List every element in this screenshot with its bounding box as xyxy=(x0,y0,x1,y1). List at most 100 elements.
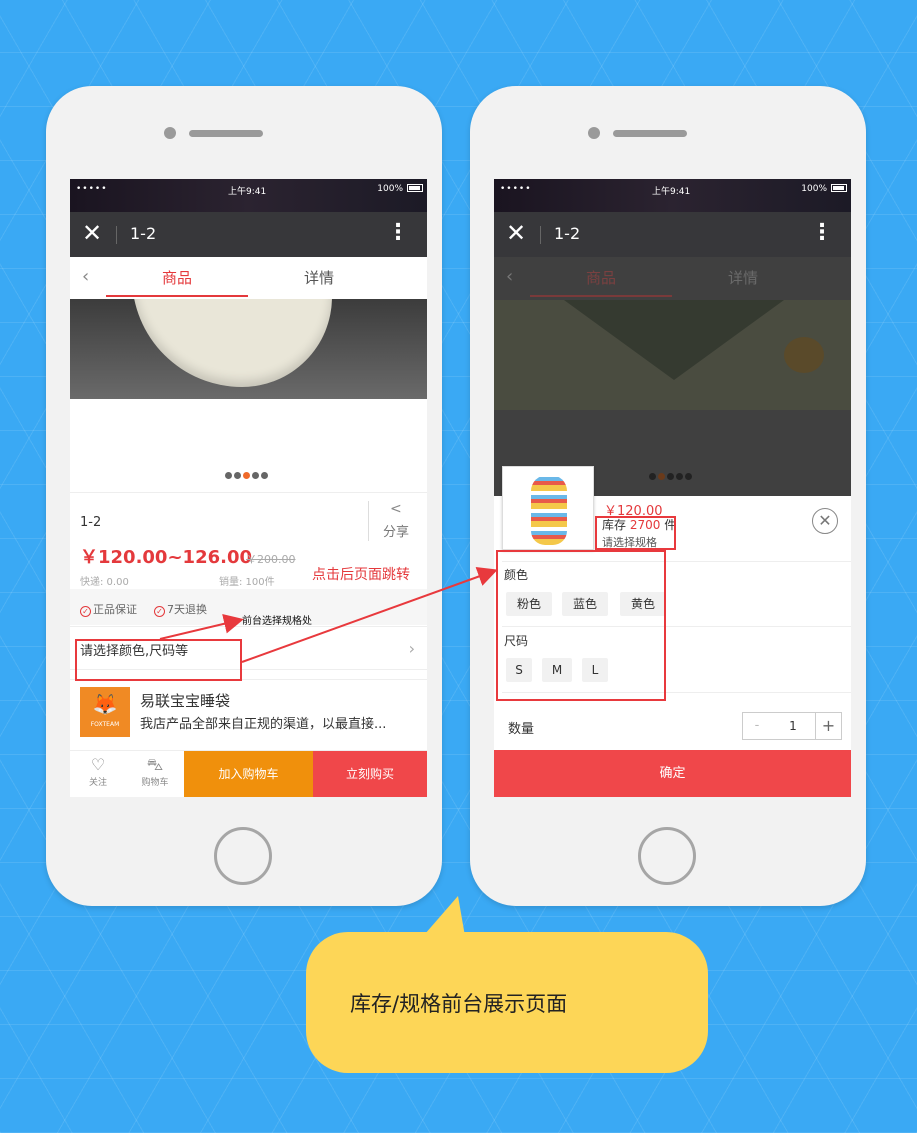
phone-left: ••••• 上午9:41 100% ✕ 1-2 ⋮ ‹ 商品 详情 1-2 < xyxy=(46,86,442,906)
home-button[interactable] xyxy=(214,827,272,885)
share-icon[interactable]: < xyxy=(390,501,402,517)
status-time: 上午9:41 xyxy=(652,187,691,197)
close-icon[interactable]: ✕ xyxy=(82,220,102,246)
carousel-dot xyxy=(667,473,674,480)
title-bar: ✕ 1-2 ⋮ xyxy=(494,212,851,257)
home-button[interactable] xyxy=(638,827,696,885)
check-circle-icon: ✓ xyxy=(154,606,165,617)
signal-icon: ••••• xyxy=(76,184,108,194)
signal-icon: ••••• xyxy=(500,184,532,194)
add-to-cart-button[interactable]: 加入购物车 xyxy=(184,751,313,797)
divider xyxy=(116,226,117,244)
close-icon[interactable]: ✕ xyxy=(506,220,526,246)
follow-label: 关注 xyxy=(88,778,107,788)
product-thumbnail xyxy=(502,466,594,550)
decrement-button[interactable]: - xyxy=(743,713,771,739)
guarantee-genuine: ✓ 正品保证 xyxy=(80,601,137,617)
shipping-fee: 快递: 0.00 xyxy=(80,577,129,588)
heart-icon: ♡ xyxy=(90,755,106,774)
battery-icon xyxy=(831,184,847,192)
caption-bubble: 库存/规格前台展示页面 xyxy=(306,932,708,1073)
chevron-right-icon: › xyxy=(408,639,415,658)
carousel-dot xyxy=(685,473,692,480)
phone-right: ••••• 上午9:41 100% ✕ 1-2 ⋮ ‹ 商品 详情 ￥120.0… xyxy=(470,86,866,906)
tab-details[interactable]: 详情 xyxy=(248,267,390,288)
status-bar: ••••• 上午9:41 100% xyxy=(70,179,427,212)
tab-goods: 商品 xyxy=(585,269,616,287)
fox-icon: 🦊 xyxy=(92,692,118,716)
camera xyxy=(588,127,600,139)
carousel-dot-active xyxy=(243,472,250,479)
more-menu-icon[interactable]: ⋮ xyxy=(811,220,833,246)
cart-button[interactable]: ⛍ 购物车 xyxy=(130,755,180,788)
carousel-dots[interactable] xyxy=(225,464,270,483)
check-circle-icon: ✓ xyxy=(80,606,91,617)
increment-button[interactable]: + xyxy=(815,713,841,739)
shop-card[interactable]: 🦊 FOXTEAM 易联宝宝睡袋 我店产品全部来自正规的渠道，以最直接... xyxy=(70,679,427,737)
quantity-input[interactable]: 1 xyxy=(771,713,815,739)
tab-details: 详情 xyxy=(727,269,758,287)
shop-description: 我店产品全部来自正规的渠道，以最直接... xyxy=(140,717,387,732)
guarantee-return: ✓ 7天退换 xyxy=(154,601,207,617)
back-icon: ‹ xyxy=(506,266,514,287)
bear-logo-image xyxy=(784,337,824,373)
highlight-box-stock xyxy=(595,516,676,550)
caption-text: 库存/规格前台展示页面 xyxy=(350,992,568,1016)
battery-percent: 100% xyxy=(377,184,403,194)
dimmed-overlay[interactable]: ‹ 商品 详情 xyxy=(494,257,851,496)
shop-name: 易联宝宝睡袋 xyxy=(140,692,231,710)
page-title: 1-2 xyxy=(554,224,581,243)
logo-text: FOXTEAM xyxy=(90,721,120,728)
jump-note: 点击后页面跳转 xyxy=(312,567,410,583)
status-bar: ••••• 上午9:41 100% xyxy=(494,179,851,212)
battery-percent: 100% xyxy=(801,184,827,194)
carousel-dot xyxy=(234,472,241,479)
carousel-dot xyxy=(225,472,232,479)
sleeping-bag-image xyxy=(132,299,332,387)
carousel-dot xyxy=(676,473,683,480)
highlight-box-spec xyxy=(75,639,242,681)
product-price: ￥120.00~126.00 xyxy=(80,547,253,568)
page-title: 1-2 xyxy=(130,224,157,243)
tab-indicator xyxy=(530,295,672,297)
battery-icon xyxy=(407,184,423,192)
tab-bar: ‹ 商品 详情 xyxy=(70,257,427,299)
product-image[interactable] xyxy=(70,299,427,399)
status-time: 上午9:41 xyxy=(228,187,267,197)
spec-location-note: 前台选择规格处 xyxy=(242,616,312,627)
more-menu-icon[interactable]: ⋮ xyxy=(387,220,409,246)
shop-logo: 🦊 FOXTEAM xyxy=(80,687,130,737)
guarantee-label: 正品保证 xyxy=(93,603,137,616)
sleeping-bag-image xyxy=(531,475,567,545)
original-price: ￥200.00 xyxy=(246,553,296,566)
buy-now-button[interactable]: 立刻购买 xyxy=(313,751,427,797)
quantity-label: 数量 xyxy=(508,722,535,737)
carousel-dot-active xyxy=(658,473,665,480)
quantity-stepper: - 1 + xyxy=(742,712,842,740)
sales-count: 销量: 100件 xyxy=(219,577,275,588)
sleeping-bag-image xyxy=(564,300,784,380)
tab-goods[interactable]: 商品 xyxy=(106,267,248,288)
close-sheet-icon[interactable]: ✕ xyxy=(812,508,838,534)
confirm-button[interactable]: 确定 xyxy=(494,750,851,797)
screen-left: ••••• 上午9:41 100% ✕ 1-2 ⋮ ‹ 商品 详情 1-2 < xyxy=(70,179,427,797)
highlight-box-spec-options xyxy=(496,550,666,701)
speaker xyxy=(613,130,687,137)
carousel-dot xyxy=(649,473,656,480)
product-name: 1-2 xyxy=(80,515,102,530)
divider xyxy=(540,226,541,244)
divider xyxy=(368,501,369,541)
back-icon[interactable]: ‹ xyxy=(82,266,89,287)
screen-right: ••••• 上午9:41 100% ✕ 1-2 ⋮ ‹ 商品 详情 ￥120.0… xyxy=(494,179,851,797)
bottom-action-bar: ♡ 关注 ⛍ 购物车 加入购物车 立刻购买 xyxy=(70,750,427,797)
cart-label: 购物车 xyxy=(141,778,169,788)
title-bar: ✕ 1-2 ⋮ xyxy=(70,212,427,257)
camera xyxy=(164,127,176,139)
share-button[interactable]: 分享 xyxy=(383,521,409,540)
tab-indicator xyxy=(106,295,248,297)
carousel-dots xyxy=(649,465,694,484)
carousel-dot xyxy=(261,472,268,479)
follow-button[interactable]: ♡ 关注 xyxy=(73,755,123,788)
guarantee-label: 7天退换 xyxy=(167,603,207,616)
cart-icon: ⛍ xyxy=(146,755,164,774)
